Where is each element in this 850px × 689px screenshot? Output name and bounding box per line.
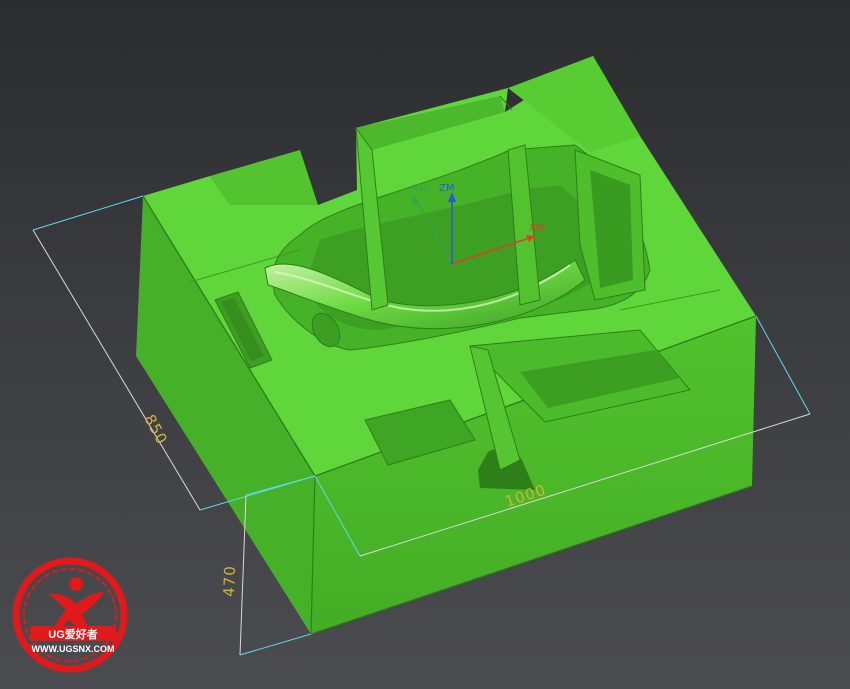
logo-brand-text: UG爱好者 [48,627,98,641]
model-scene[interactable]: 850 1000 470 XM YM ZM UG爱好者 WWW.UGSNX.CO… [0,0,850,689]
person-logo-icon [48,577,104,634]
csys-y-label: YM [412,183,428,194]
dimension-height-label: 470 [220,565,239,597]
dimension-width-label: 850 [140,411,171,447]
ugsnx-watermark: UG爱好者 WWW.UGSNX.COM [12,557,128,673]
rear-wall-left [210,150,318,205]
logo-url-text: WWW.UGSNX.COM [32,644,115,654]
csys-x-label: XM [529,223,544,234]
mold-block[interactable] [136,56,757,635]
csys-z-label: ZM [439,183,454,194]
graphics-viewport[interactable]: 850 1000 470 XM YM ZM UG爱好者 WWW.UGSNX.CO… [0,0,850,689]
